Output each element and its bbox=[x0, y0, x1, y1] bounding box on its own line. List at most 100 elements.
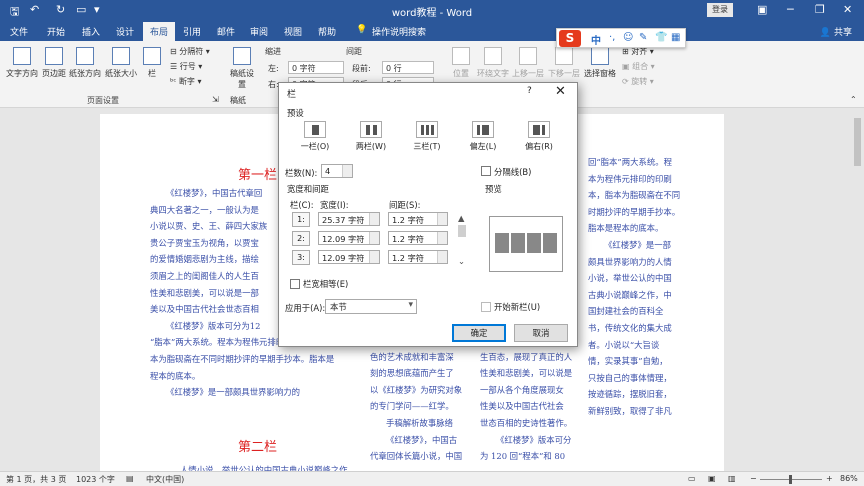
preset-left[interactable]: 偏左(L) bbox=[466, 121, 500, 152]
row-3-width[interactable]: 12.09 字符 bbox=[318, 250, 380, 264]
columns-button[interactable]: 栏 bbox=[142, 47, 162, 79]
group-button[interactable]: ▣ 组合 ▾ bbox=[622, 61, 655, 72]
text-line: 《红楼梦》，中国古 bbox=[386, 434, 458, 445]
page-count[interactable]: 第 1 页，共 3 页 bbox=[6, 474, 66, 485]
equal-width-checkbox[interactable] bbox=[290, 279, 300, 289]
new-column-checkbox[interactable] bbox=[481, 302, 491, 312]
columns-icon bbox=[143, 47, 161, 65]
rotate-button[interactable]: ⟳ 旋转 ▾ bbox=[622, 76, 654, 87]
tab-mailings[interactable]: 邮件 bbox=[217, 25, 235, 38]
tab-home[interactable]: 开始 bbox=[47, 25, 65, 38]
tab-view[interactable]: 视图 bbox=[284, 25, 302, 38]
page-setup-launcher-icon[interactable]: ⇲ bbox=[212, 95, 219, 104]
orientation-button[interactable]: 纸张方向 bbox=[68, 47, 102, 79]
text-line: 按迹循踪，摆脱旧套， bbox=[588, 389, 672, 400]
row-3-spacing[interactable]: 1.2 字符 bbox=[388, 250, 448, 264]
draft-paper-button[interactable]: 稿纸设置 bbox=[229, 47, 255, 90]
scroll-down-icon[interactable]: ⌄ bbox=[458, 256, 465, 266]
position-button[interactable]: 位置 bbox=[448, 47, 474, 79]
col-header: 栏(C): bbox=[290, 200, 314, 210]
scroll-up-icon[interactable]: ▲ bbox=[458, 213, 464, 223]
wrap-text-button[interactable]: 环绕文字 bbox=[476, 47, 510, 79]
zoom-level[interactable]: 86% bbox=[840, 474, 858, 483]
send-backward-button[interactable]: 下移一层 bbox=[547, 47, 581, 79]
selection-pane-button[interactable]: 选择窗格 bbox=[582, 47, 618, 79]
proofing-icon[interactable]: ▤ bbox=[126, 474, 134, 483]
sogou-logo-icon[interactable]: S bbox=[559, 30, 581, 47]
print-layout-icon[interactable]: ▣ bbox=[708, 474, 716, 483]
text-direction-button[interactable]: 文字方向 bbox=[5, 47, 39, 79]
draft-paper-group-label: 稿纸 bbox=[230, 96, 246, 105]
close-icon[interactable]: ✕ bbox=[843, 3, 852, 16]
zoom-out-icon[interactable]: − bbox=[750, 474, 757, 483]
ime-chinese-mode[interactable]: 中 bbox=[591, 32, 601, 47]
restore-icon[interactable]: ❐ bbox=[815, 3, 825, 16]
apply-to-select[interactable]: 本节 bbox=[325, 299, 417, 314]
tab-design[interactable]: 设计 bbox=[116, 25, 134, 38]
web-layout-icon[interactable]: ▥ bbox=[728, 474, 736, 483]
two-columns-icon bbox=[360, 121, 382, 138]
tab-help[interactable]: 帮助 bbox=[318, 25, 336, 38]
indent-left-label: 左: bbox=[268, 64, 279, 73]
preset-right[interactable]: 偏右(R) bbox=[522, 121, 556, 152]
tab-layout[interactable]: 布局 bbox=[143, 22, 176, 41]
text-line: 色的艺术成就和丰富深 bbox=[370, 351, 454, 362]
text-direction-icon bbox=[13, 47, 31, 65]
vertical-scrollbar[interactable] bbox=[851, 108, 864, 471]
tab-file[interactable]: 文件 bbox=[10, 25, 28, 38]
bring-forward-button[interactable]: 上移一层 bbox=[511, 47, 545, 79]
row-2-spacing[interactable]: 1.2 字符 bbox=[388, 231, 448, 245]
margins-button[interactable]: 页边距 bbox=[40, 47, 68, 79]
tab-review[interactable]: 审阅 bbox=[250, 25, 268, 38]
margins-icon bbox=[45, 47, 63, 65]
ime-emoji-icon[interactable]: ☺ bbox=[623, 32, 633, 43]
ime-toolbox-icon[interactable]: ▦ bbox=[671, 32, 680, 43]
ime-skin-icon[interactable]: 👕 bbox=[655, 32, 667, 43]
line-numbers-button[interactable]: ☰ 行号 ▾ bbox=[170, 61, 202, 72]
login-button[interactable]: 登录 bbox=[707, 3, 733, 17]
size-button[interactable]: 纸张大小 bbox=[104, 47, 138, 79]
zoom-slider-thumb[interactable] bbox=[789, 475, 792, 484]
preset-one[interactable]: 一栏(O) bbox=[298, 121, 332, 152]
ribbon-options-icon[interactable]: ▣ bbox=[757, 3, 767, 16]
preset-two[interactable]: 两栏(W) bbox=[354, 121, 388, 152]
minimize-icon[interactable]: ─ bbox=[787, 3, 794, 16]
rows-scroll-thumb[interactable] bbox=[458, 225, 466, 237]
zoom-in-icon[interactable]: + bbox=[826, 474, 833, 483]
row-2-width[interactable]: 12.09 字符 bbox=[318, 231, 380, 245]
tab-references[interactable]: 引用 bbox=[183, 25, 201, 38]
hyphenation-button[interactable]: ᵇᶜ 断字 ▾ bbox=[170, 76, 202, 87]
heading-second-column: 第二栏 bbox=[238, 440, 278, 455]
group-icon: ▣ bbox=[622, 62, 633, 71]
ime-handwriting-icon[interactable]: ✎ bbox=[639, 32, 647, 43]
dialog-close-icon[interactable]: ✕ bbox=[555, 84, 566, 99]
preview-box bbox=[489, 216, 563, 272]
scroll-thumb[interactable] bbox=[854, 118, 861, 166]
tell-me-search[interactable]: 操作说明搜索 bbox=[372, 25, 426, 38]
title-bar: 🖫 ↶ ↻ ▭ ▾ word教程 - Word 登录 ▣ ─ ❐ ✕ bbox=[0, 0, 864, 20]
ok-button[interactable]: 确定 bbox=[452, 324, 506, 342]
spacing-label: 间距 bbox=[346, 47, 362, 56]
text-line: 《红楼梦》是一部颇具世界影响力的 bbox=[166, 387, 300, 398]
preset-three[interactable]: 三栏(T) bbox=[410, 121, 444, 152]
num-columns-input[interactable]: 4 bbox=[321, 164, 353, 178]
share-button[interactable]: 👤 共享 bbox=[820, 25, 852, 38]
ime-punctuation-icon[interactable]: ·, bbox=[609, 32, 615, 43]
tab-insert[interactable]: 插入 bbox=[82, 25, 100, 38]
row-1-width[interactable]: 25.37 字符 bbox=[318, 212, 380, 226]
text-line: 一部从各个角度展现女 bbox=[480, 384, 564, 395]
text-line: 古典小说巅峰之作，中 bbox=[588, 289, 672, 300]
text-line: 国封建社会的百科全 bbox=[588, 306, 664, 317]
word-count[interactable]: 1023 个字 bbox=[76, 474, 115, 485]
line-between-checkbox[interactable] bbox=[481, 166, 491, 176]
row-1-spacing[interactable]: 1.2 字符 bbox=[388, 212, 448, 226]
breaks-button[interactable]: ⊟ 分隔符 ▾ bbox=[170, 46, 210, 57]
spacing-before-field[interactable]: 0 行 bbox=[382, 61, 434, 74]
send-backward-icon bbox=[555, 47, 573, 65]
language[interactable]: 中文(中国) bbox=[146, 474, 184, 485]
collapse-ribbon-icon[interactable]: ⌃ bbox=[850, 95, 857, 104]
read-mode-icon[interactable]: ▭ bbox=[688, 474, 696, 483]
help-icon[interactable]: ? bbox=[527, 86, 532, 96]
indent-left-field[interactable]: 0 字符 bbox=[288, 61, 344, 74]
cancel-button[interactable]: 取消 bbox=[514, 324, 568, 342]
